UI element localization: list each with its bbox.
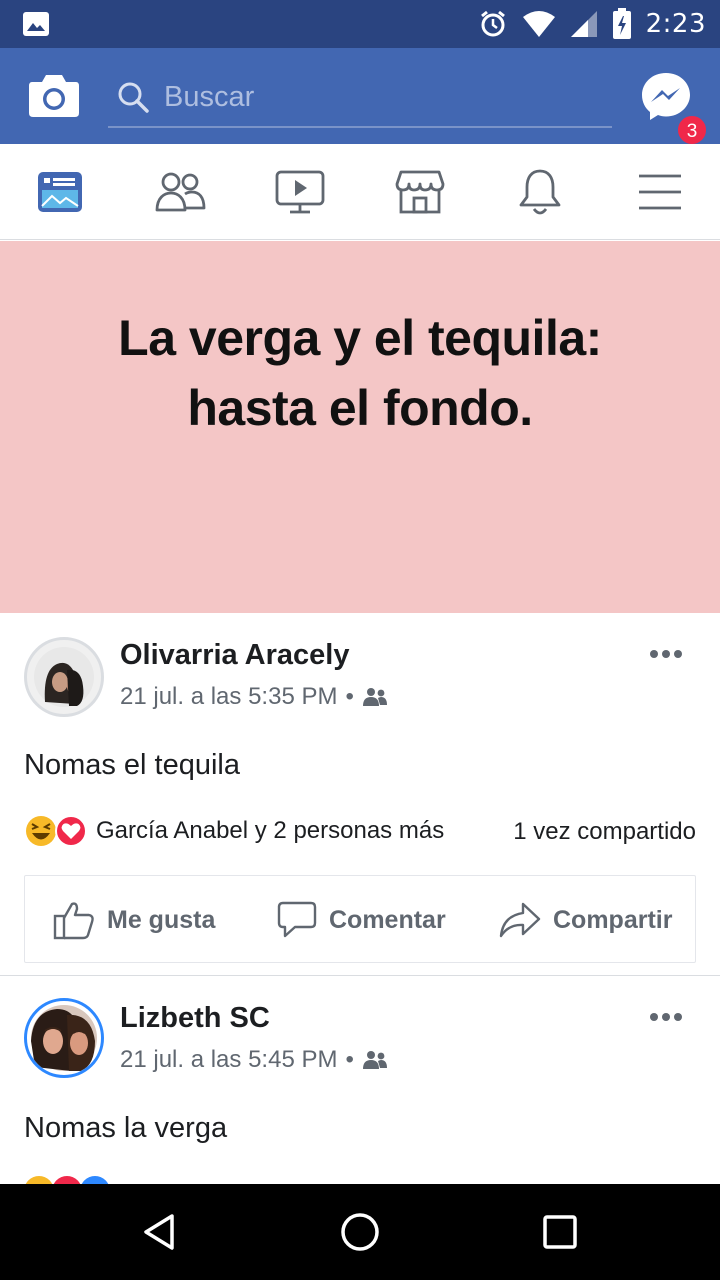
comment-timestamp[interactable]: 21 jul. a las 5:45 PM [120, 1046, 337, 1074]
messenger-icon[interactable] [640, 70, 692, 122]
comment-timestamp[interactable]: 21 jul. a las 5:35 PM [120, 683, 337, 711]
avatar-photo [31, 1005, 97, 1071]
comment-icon [277, 901, 317, 938]
status-bar: 2:23 [0, 0, 720, 48]
post-text-line-1: La verga y el tequila: [118, 310, 602, 366]
search-icon [118, 82, 149, 113]
tab-watch[interactable] [240, 144, 360, 240]
action-bar: Me gusta Comentar Compartir [24, 875, 696, 963]
signal-icon [570, 11, 597, 37]
more-options-icon[interactable] [648, 648, 684, 660]
hamburger-icon [639, 174, 681, 210]
comment-button[interactable]: Comentar [277, 876, 446, 964]
avatar[interactable] [24, 998, 104, 1078]
haha-reaction-icon [24, 1176, 54, 1184]
comment-label: Comentar [329, 905, 446, 934]
search-input[interactable]: Buscar [164, 78, 254, 116]
comment-body: Nomas el tequila [24, 749, 240, 781]
store-icon [395, 170, 445, 214]
comment-body: Nomas la verga [24, 1112, 228, 1144]
comment-meta: 21 jul. a las 5:35 PM • [120, 683, 388, 711]
battery-icon [612, 8, 631, 39]
video-icon [275, 170, 325, 214]
search-bar[interactable]: Buscar [108, 74, 612, 128]
comment-author[interactable]: Lizbeth SC [120, 1002, 270, 1035]
friends-privacy-icon [362, 1051, 387, 1069]
comment-author[interactable]: Olivarria Aracely [120, 639, 349, 672]
love-reaction-icon [55, 815, 87, 847]
like-label: Me gusta [107, 905, 216, 934]
comment-card: Olivarria Aracely 21 jul. a las 5:35 PM … [0, 613, 720, 975]
tab-marketplace[interactable] [360, 144, 480, 240]
tab-notifications[interactable] [480, 144, 600, 240]
like-reaction-icon [80, 1176, 110, 1184]
system-nav-bar [0, 1184, 720, 1280]
bell-icon [519, 169, 561, 215]
reactions-label: García Anabel y 2 personas más [96, 817, 445, 844]
share-label: Compartir [553, 905, 673, 934]
tab-bar [0, 144, 720, 240]
tab-menu[interactable] [600, 144, 720, 240]
dot-separator: • [345, 1046, 354, 1073]
recents-icon[interactable] [536, 1208, 584, 1256]
share-count[interactable]: 1 vez compartido [513, 818, 696, 846]
more-options-icon[interactable] [648, 1011, 684, 1023]
love-reaction-icon [52, 1176, 82, 1184]
gallery-icon [23, 12, 49, 36]
thumbs-up-icon [53, 902, 94, 940]
top-app-bar: Buscar 3 [0, 48, 720, 146]
back-icon[interactable] [136, 1208, 184, 1256]
camera-icon[interactable] [28, 72, 80, 118]
avatar-photo [34, 647, 94, 707]
comment-meta: 21 jul. a las 5:45 PM • [120, 1046, 388, 1074]
share-icon [499, 902, 541, 938]
reactions-summary-partial[interactable] [24, 1176, 110, 1184]
share-button[interactable]: Compartir [499, 876, 672, 964]
friends-icon [155, 172, 206, 212]
tab-friends[interactable] [120, 144, 240, 240]
alarm-icon [480, 10, 505, 37]
clock: 2:23 [645, 9, 706, 39]
post-text-line-2: hasta el fondo. [187, 380, 533, 436]
quote-post: La verga y el tequila: hasta el fondo. [0, 241, 720, 613]
comment-card: Lizbeth SC 21 jul. a las 5:45 PM • Nomas… [0, 976, 720, 1184]
avatar[interactable] [24, 637, 104, 717]
post-text: La verga y el tequila: hasta el fondo. [0, 303, 720, 443]
reactions-summary[interactable]: García Anabel y 2 personas más [24, 814, 444, 848]
haha-reaction-icon [26, 816, 56, 846]
news-feed-icon [38, 172, 82, 212]
dot-separator: • [345, 683, 354, 710]
messenger-badge: 3 [676, 114, 708, 146]
wifi-icon [522, 11, 555, 37]
friends-privacy-icon [362, 688, 387, 706]
tab-news-feed[interactable] [0, 144, 120, 240]
like-button[interactable]: Me gusta [53, 876, 215, 964]
home-icon[interactable] [336, 1208, 384, 1256]
